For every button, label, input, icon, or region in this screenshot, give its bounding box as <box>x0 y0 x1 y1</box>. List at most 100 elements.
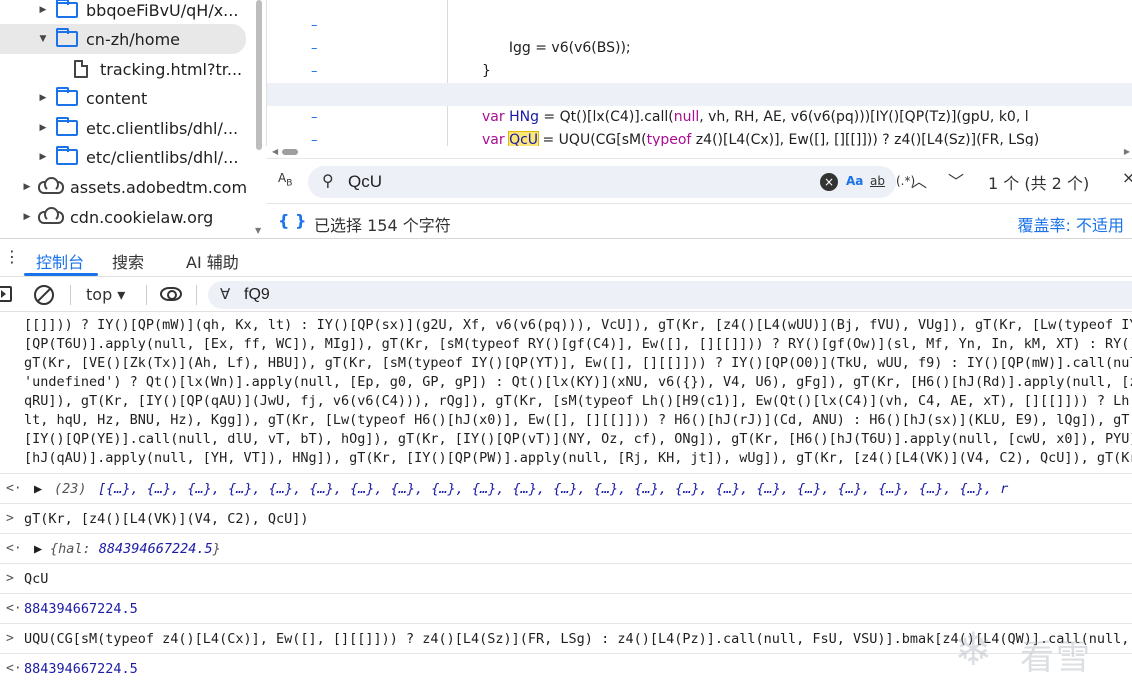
editor-status-bar: { } 已选择 154 个字符 覆盖率: 不适用 <box>266 203 1132 237</box>
console-result-array[interactable]: <· ▶ (23) [{…}, {…}, {…}, {…}, {…}, {…},… <box>0 474 1132 504</box>
clear-console-icon[interactable] <box>34 285 54 305</box>
tree-item-label: tracking.html?tr... <box>100 59 243 79</box>
scroll-down-arrow-icon[interactable]: ▼ <box>255 226 261 235</box>
array-preview: [{…}, {…}, {…}, {…}, {…}, {…}, {…}, {…},… <box>98 481 1009 497</box>
console-input-entry[interactable]: > gT(Kr, [z4()[L4(VK)](V4, C2), QcU]) <box>0 504 1132 534</box>
tree-scrollbar-thumb[interactable] <box>256 0 262 150</box>
tab-ai-assist[interactable]: AI 辅助 <box>186 249 239 273</box>
command-text: QcU <box>24 571 49 587</box>
output-line: [IY()[QP(YE)].call(null, dlU, vT, bT), h… <box>24 431 1132 447</box>
scroll-right-arrow-icon[interactable]: ▶ <box>1124 147 1130 156</box>
find-input[interactable] <box>348 170 768 194</box>
more-options-icon[interactable]: ⋮ <box>4 247 20 266</box>
tree-item-domain[interactable]: ▶ assets.adobedtm.com <box>0 172 258 202</box>
folder-icon <box>56 28 78 47</box>
tree-item-folder[interactable]: ▶ etc/clientlibs/dhl/... <box>0 142 258 172</box>
sidebar-toggle-icon[interactable] <box>0 286 12 302</box>
expand-triangle-icon[interactable]: ▶ <box>36 123 50 133</box>
tree-item-label: etc.clientlibs/dhl/... <box>86 118 239 138</box>
console-result-object[interactable]: <· ▶ {hal: 884394667224.5} <box>0 534 1132 564</box>
tree-item-folder[interactable]: ▶ bbqoeFiBvU/qH/x... <box>0 0 258 25</box>
console-filter-input[interactable] <box>244 284 644 306</box>
scroll-left-arrow-icon[interactable]: ◀ <box>272 147 278 156</box>
output-line: lt, hqU, Hz, BNU, Hz), Kgg]), gT(Kr, [Lw… <box>24 412 1132 428</box>
toolbar-divider <box>70 285 71 305</box>
replace-toggle-label: A <box>278 171 287 185</box>
match-count: 1 个 (共 2 个) <box>988 174 1090 193</box>
code-line: – } <box>267 14 1132 79</box>
collapse-triangle-icon[interactable]: ▼ <box>36 34 50 44</box>
console-filter-box: ∀ <box>208 281 1132 309</box>
snowflake-icon: ❄ <box>954 622 993 676</box>
cloud-icon <box>38 207 64 224</box>
expand-triangle-icon[interactable]: ▶ <box>36 93 50 103</box>
tree-item-folder-selected[interactable]: ▼ cn-zh/home <box>0 24 246 54</box>
folder-icon <box>56 87 78 106</box>
output-line: [QP(T6U)].apply(null, [Ex, ff, WC]), MIg… <box>24 336 1132 352</box>
console-input-entry[interactable]: > QcU <box>0 564 1132 594</box>
expand-triangle-icon[interactable]: ▶ <box>20 182 34 192</box>
code-line: – Igg = v6(v6(BS)); <box>267 0 1132 56</box>
tree-item-label: bbqoeFiBvU/qH/x... <box>86 0 239 20</box>
scrollbar-thumb[interactable] <box>282 149 298 155</box>
tab-console[interactable]: 控制台 <box>36 249 84 273</box>
pretty-print-button[interactable]: { } <box>278 211 306 230</box>
match-case-button[interactable]: Aa <box>846 174 863 188</box>
tree-item-file[interactable]: tracking.html?tr... <box>0 54 258 84</box>
folder-icon <box>56 117 78 136</box>
expand-triangle-icon[interactable]: ▶ <box>20 212 34 222</box>
console-long-output: [[]])) ? IY()[QP(mW)](qh, Kx, lt) : IY()… <box>0 312 1132 474</box>
cloud-icon <box>38 177 64 194</box>
command-text: gT(Kr, [z4()[L4(VK)](V4, C2), QcU]) <box>24 511 309 527</box>
output-prompt: <· <box>6 541 22 556</box>
toolbar-divider <box>146 285 147 305</box>
watermark-logo: ❄ 看雪 <box>948 618 1128 680</box>
search-icon: ⚲ <box>322 171 334 190</box>
chevron-up-icon[interactable]: ︿ <box>911 168 927 192</box>
code-editor[interactable]: – Igg = v6(v6(BS)); – } – var gSg = qs()… <box>266 0 1132 146</box>
replace-toggle-sub: B <box>286 178 293 189</box>
filter-icon: ∀ <box>220 285 231 303</box>
context-selector[interactable]: top ▾ <box>86 285 125 304</box>
code-line: – var gSg = qs(); <box>267 37 1132 102</box>
tree-item-folder[interactable]: ▶ etc.clientlibs/dhl/... <box>0 113 258 143</box>
input-prompt: > <box>6 571 14 586</box>
folder-icon <box>56 0 78 18</box>
expand-triangle-icon[interactable]: ▶ <box>36 152 50 162</box>
clear-search-icon[interactable]: × <box>820 173 838 191</box>
toggle-replace-button[interactable]: AB <box>278 171 292 188</box>
code-line: – var HNg = Qt()[lx(C4)].call(null, vh, … <box>267 60 1132 125</box>
tree-item-domain[interactable]: ▶ cdn.cookielaw.org <box>0 202 258 232</box>
file-tree: ▶ bbqoeFiBvU/qH/x... ▼ cn-zh/home tracki… <box>0 0 266 238</box>
drawer-tab-bar: ⋮ 控制台 搜索 AI 辅助 <box>0 238 1132 276</box>
tree-item-label: etc/clientlibs/dhl/... <box>86 147 239 167</box>
close-icon[interactable]: × <box>1122 168 1132 187</box>
result-value: 884394667224.5 <box>24 601 138 617</box>
output-line: qRU]), gT(Kr, [IY()[QP(qAU)](JwU, fj, v6… <box>24 393 1132 409</box>
result-value: 884394667224.5 <box>24 661 138 677</box>
array-count: (23) <box>54 481 87 497</box>
expand-triangle-icon[interactable]: ▶ <box>36 5 50 15</box>
chevron-down-icon[interactable]: ﹀ <box>948 168 964 192</box>
file-icon <box>74 60 88 78</box>
find-bar: AB ⚲ × Aa ab (.*) ︿ ﹀ 1 个 (共 2 个) × <box>266 158 1132 202</box>
toolbar-divider <box>196 285 197 305</box>
code-line-highlighted: – var QcU = UQU(CG[sM(typeof z4()[L4(Cx)… <box>267 83 1132 146</box>
tree-item-label: content <box>86 88 148 108</box>
output-prompt: <· <box>6 661 22 676</box>
tree-item-label: cdn.cookielaw.org <box>70 207 214 227</box>
output-line: [hJ(qAU)].apply(null, [YH, VT]), HNg]), … <box>24 450 1132 466</box>
tree-item-folder[interactable]: ▶ content <box>0 83 258 113</box>
tab-search[interactable]: 搜索 <box>112 249 144 273</box>
object-preview: {hal: 884394667224.5} <box>50 541 221 557</box>
tree-item-label: assets.adobedtm.com <box>70 177 248 197</box>
code-line: – var Kgg = wC(C4); <box>267 129 1132 146</box>
eye-icon[interactable] <box>160 287 182 301</box>
editor-horizontal-scrollbar[interactable]: ◀ ▶ <box>266 146 1132 158</box>
whole-word-button[interactable]: ab <box>870 174 885 188</box>
selection-info: 已选择 154 个字符 <box>314 216 451 235</box>
tree-item-label: cn-zh/home <box>86 29 180 49</box>
coverage-link[interactable]: 覆盖率: 不适用 <box>1018 212 1124 236</box>
expand-arrow-icon[interactable]: ▶ <box>34 481 42 497</box>
expand-arrow-icon[interactable]: ▶ <box>34 541 42 557</box>
